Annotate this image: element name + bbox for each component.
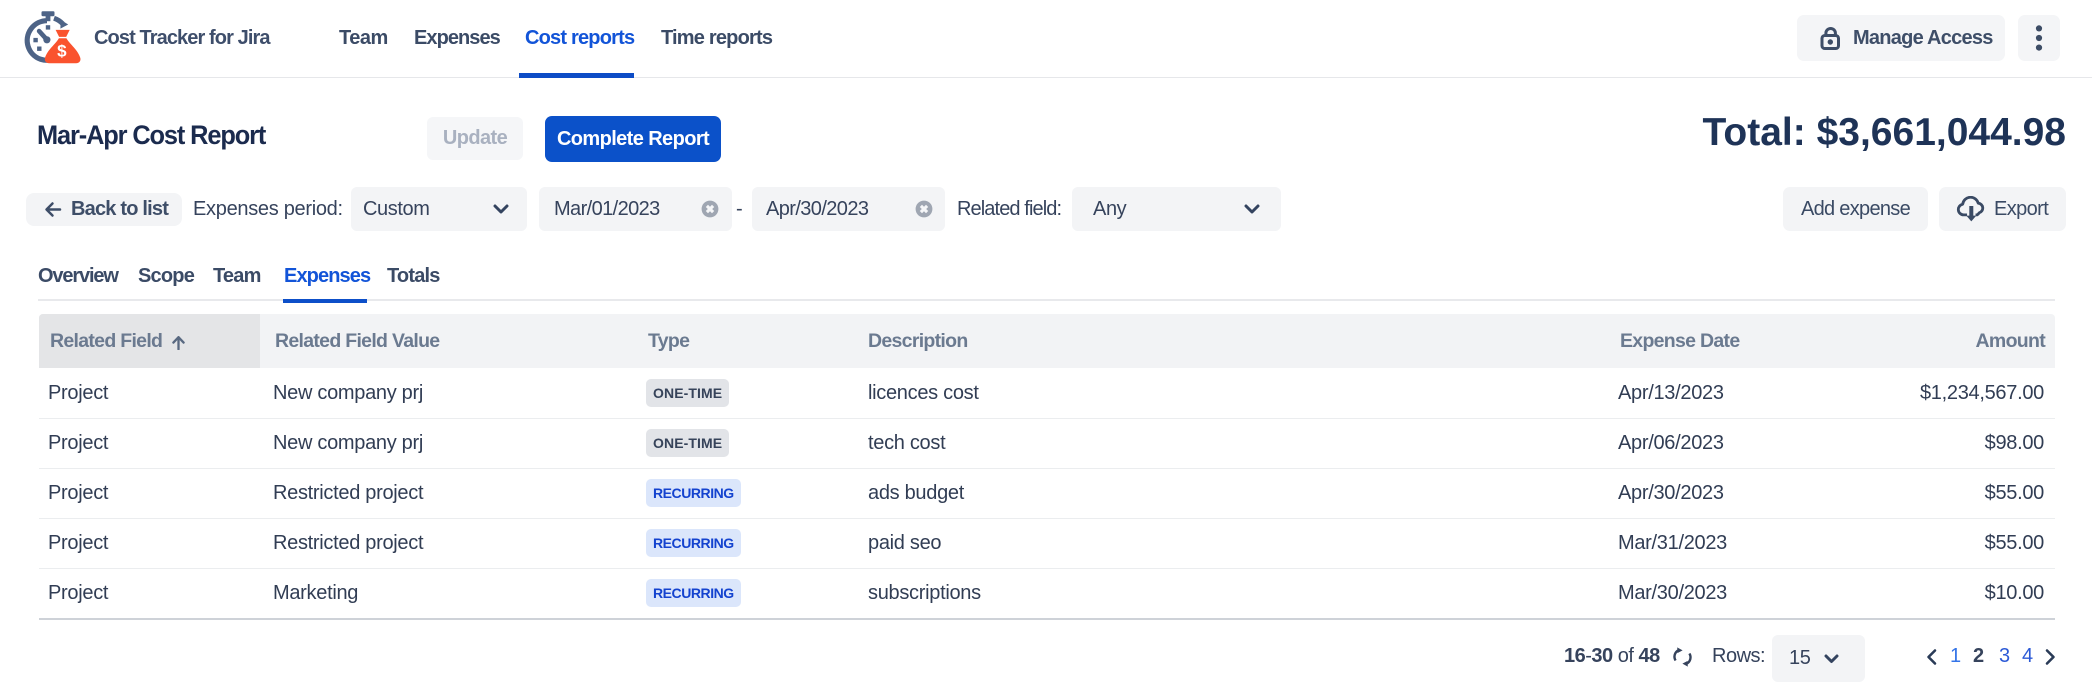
svg-text:$: $: [57, 42, 67, 61]
